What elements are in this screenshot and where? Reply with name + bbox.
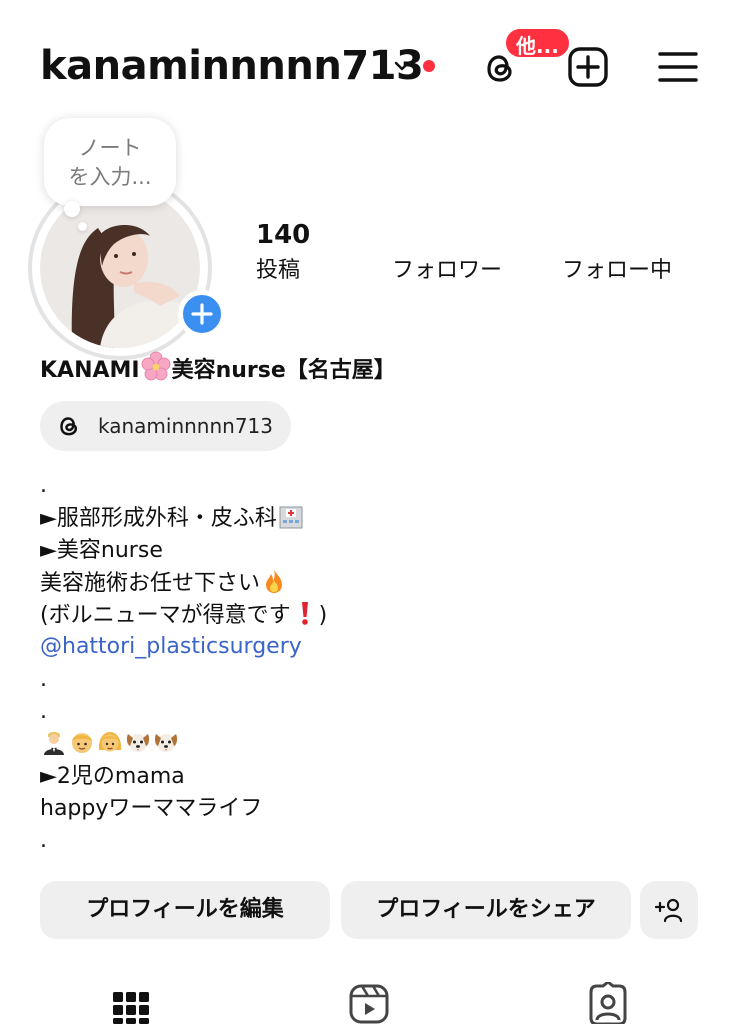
- top-bar: kanaminnnnn713 他...: [0, 0, 749, 130]
- followers-stat[interactable]: フォロワー: [392, 218, 502, 286]
- notification-dot: [423, 60, 435, 72]
- cherry-blossom-icon: [141, 351, 170, 381]
- following-stat[interactable]: フォロー中: [562, 218, 672, 286]
- edit-profile-button[interactable]: プロフィールを編集: [40, 881, 330, 939]
- bio-line: ►2児のmama: [40, 763, 185, 789]
- posts-count: 140: [256, 220, 311, 250]
- threads-badge[interactable]: 他...: [503, 26, 572, 60]
- profile-tabs: [0, 972, 749, 1024]
- bio-line: happyワーママライフ: [40, 795, 263, 821]
- bio-line: .: [40, 473, 47, 498]
- following-count: [562, 218, 672, 252]
- hamburger-menu-icon[interactable]: [656, 45, 700, 89]
- plus-square-icon[interactable]: [566, 45, 610, 89]
- bio-mention-link[interactable]: @hattori_plasticsurgery: [40, 631, 680, 663]
- bio-emoji-line: [40, 728, 680, 760]
- bio-line: (ボルニューマが得意です ): [40, 599, 680, 631]
- red-exclamation-icon: [301, 602, 308, 625]
- add-story-button[interactable]: [178, 290, 226, 338]
- chevron-down-icon[interactable]: [392, 56, 412, 76]
- note-bubble-tail-small: [78, 222, 87, 231]
- hospital-icon: [279, 506, 303, 529]
- boy-icon: [72, 733, 92, 754]
- bio-line: .: [40, 699, 47, 725]
- plus-icon: [191, 303, 213, 325]
- followers-label: フォロワー: [392, 258, 503, 283]
- girl-icon: [98, 732, 122, 752]
- bio-line: .: [40, 828, 47, 854]
- username[interactable]: kanaminnnnn713: [40, 40, 424, 92]
- bio-line: ►美容nurse: [40, 537, 163, 563]
- display-name-prefix: KANAMI: [40, 358, 140, 383]
- dog-icon: [126, 734, 150, 753]
- fire-icon: [266, 568, 283, 593]
- following-label: フォロー中: [562, 258, 673, 283]
- display-name: KANAMI 美容nurse【名古屋】: [40, 350, 396, 388]
- threads-handle: kanaminnnnn713: [98, 414, 274, 438]
- dog-icon: [154, 734, 178, 753]
- bio: . ►服部形成外科・皮ふ科 ►美容nurse 美容施術お任せ下さい (ボルニュー…: [40, 470, 680, 858]
- bio-line: ►服部形成外科・皮ふ科: [40, 502, 680, 534]
- note-bubble[interactable]: ノート を入力...: [44, 118, 176, 206]
- man-in-tuxedo-icon: [44, 732, 64, 756]
- note-placeholder-line2: を入力...: [68, 165, 152, 189]
- posts-stat[interactable]: 140 投稿: [256, 218, 310, 286]
- add-person-icon: [654, 898, 683, 923]
- followers-count: [392, 218, 502, 252]
- threads-profile-link[interactable]: kanaminnnnn713: [40, 401, 292, 451]
- tagged-icon[interactable]: [587, 982, 629, 1024]
- bio-line: .: [40, 666, 47, 692]
- display-name-suffix: 美容nurse【名古屋】: [171, 358, 396, 383]
- discover-people-button[interactable]: [640, 881, 698, 939]
- threads-icon: [60, 417, 78, 436]
- reels-icon[interactable]: [348, 982, 390, 1024]
- bio-line: 美容施術お任せ下さい: [40, 567, 680, 599]
- grid-icon[interactable]: [110, 982, 152, 1024]
- posts-label: 投稿: [256, 258, 301, 283]
- note-placeholder-line1: ノート: [78, 136, 142, 160]
- share-profile-button[interactable]: プロフィールをシェア: [341, 881, 631, 939]
- note-bubble-tail: [64, 201, 80, 217]
